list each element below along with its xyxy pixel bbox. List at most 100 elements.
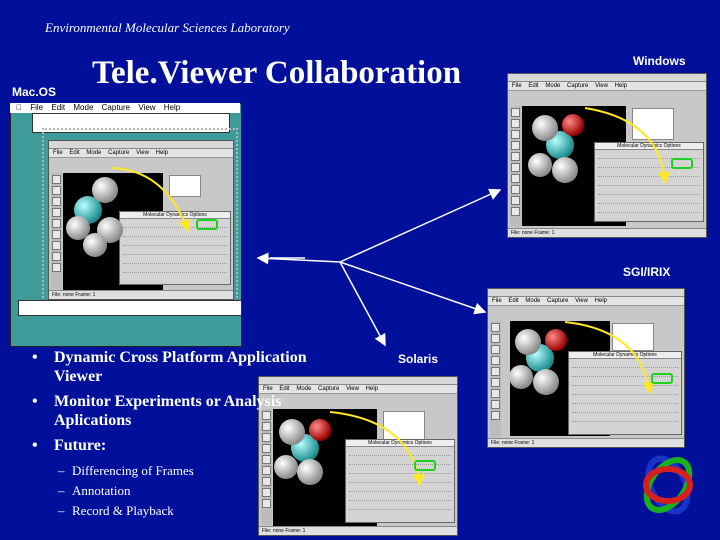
mac-app-titlebar[interactable] bbox=[49, 141, 233, 149]
status-bar: File: none Frame: 1 bbox=[259, 526, 457, 535]
tool-icon[interactable] bbox=[52, 230, 61, 239]
menu-help[interactable]: Help bbox=[366, 386, 378, 392]
menu-edit[interactable]: Edit bbox=[69, 150, 79, 156]
label-solaris: Solaris bbox=[398, 352, 439, 366]
mac-menu-mode[interactable]: Mode bbox=[73, 103, 93, 112]
mac-menubar:  File Edit Mode Capture View Help bbox=[10, 103, 240, 113]
lab-header: Environmental Molecular Sciences Laborat… bbox=[45, 20, 290, 35]
menu-mode[interactable]: Mode bbox=[86, 150, 101, 156]
tool-icon[interactable] bbox=[511, 152, 520, 161]
spectrum-panel bbox=[169, 175, 201, 197]
menu-help[interactable]: Help bbox=[615, 83, 627, 89]
mac-menu-file[interactable]: File bbox=[30, 103, 43, 112]
tool-icon[interactable] bbox=[491, 356, 500, 365]
menu-help[interactable]: Help bbox=[156, 150, 168, 156]
win-app-menubar: File Edit Mode Capture View Help bbox=[508, 82, 706, 91]
menu-mode[interactable]: Mode bbox=[545, 83, 560, 89]
sgi-app-titlebar[interactable] bbox=[488, 289, 684, 297]
menu-view[interactable]: View bbox=[595, 83, 608, 89]
tool-icon[interactable] bbox=[491, 367, 500, 376]
sgi-app-menubar: File Edit Mode Capture View Help bbox=[488, 297, 684, 306]
tool-icon[interactable] bbox=[511, 185, 520, 194]
menu-mode[interactable]: Mode bbox=[525, 298, 540, 304]
bullet-item: Dynamic Cross Platform Application Viewe… bbox=[28, 348, 348, 386]
network-arrows bbox=[256, 188, 502, 347]
menu-edit[interactable]: Edit bbox=[528, 83, 538, 89]
mac-app-menubar: File Edit Mode Capture View Help bbox=[49, 149, 233, 158]
dialog-title: Molecular Dynamics Options bbox=[346, 440, 454, 447]
tool-icon[interactable] bbox=[52, 252, 61, 261]
options-dialog: Molecular Dynamics Options bbox=[345, 439, 455, 523]
dialog-title: Molecular Dynamics Options bbox=[569, 352, 681, 359]
label-sgi-irix: SGI/IRIX bbox=[623, 265, 671, 279]
bullet-item: Future: bbox=[28, 436, 348, 455]
page-title: Tele.Viewer Collaboration bbox=[92, 55, 462, 91]
tool-icon[interactable] bbox=[511, 141, 520, 150]
tool-icon[interactable] bbox=[511, 119, 520, 128]
feature-list: Dynamic Cross Platform Application Viewe… bbox=[28, 348, 348, 521]
menu-help[interactable]: Help bbox=[595, 298, 607, 304]
tool-icon[interactable] bbox=[491, 378, 500, 387]
tool-icon[interactable] bbox=[52, 186, 61, 195]
menu-file[interactable]: File bbox=[512, 83, 522, 89]
menu-file[interactable]: File bbox=[53, 150, 63, 156]
tool-icon[interactable] bbox=[52, 219, 61, 228]
mac-menu-capture[interactable]: Capture bbox=[102, 103, 130, 112]
dialog-title: Molecular Dynamics Options bbox=[595, 143, 703, 150]
emsl-logo-icon bbox=[643, 455, 693, 515]
highlight-box bbox=[651, 373, 673, 384]
menu-capture[interactable]: Capture bbox=[547, 298, 568, 304]
menu-edit[interactable]: Edit bbox=[508, 298, 518, 304]
tool-icon[interactable] bbox=[491, 411, 500, 420]
label-windows: Windows bbox=[633, 54, 686, 68]
status-bar: File: none Frame: 1 bbox=[488, 438, 684, 447]
tool-icon[interactable] bbox=[491, 334, 500, 343]
tool-palette bbox=[510, 106, 521, 227]
tool-icon[interactable] bbox=[52, 175, 61, 184]
status-bar: File: none Frame: 1 bbox=[508, 228, 706, 237]
highlight-box bbox=[196, 219, 218, 230]
sub-bullet-item: Differencing of Frames bbox=[28, 461, 348, 481]
spectrum-panel bbox=[612, 323, 654, 351]
tool-icon[interactable] bbox=[491, 389, 500, 398]
tool-icon[interactable] bbox=[52, 197, 61, 206]
tool-icon[interactable] bbox=[511, 174, 520, 183]
tool-icon[interactable] bbox=[511, 207, 520, 216]
win-app-titlebar[interactable] bbox=[508, 74, 706, 82]
menu-capture[interactable]: Capture bbox=[108, 150, 129, 156]
options-dialog: Molecular Dynamics Options bbox=[568, 351, 682, 435]
sgi-app-window: File Edit Mode Capture View Help Molecul… bbox=[487, 288, 685, 448]
tool-palette bbox=[51, 173, 62, 289]
menu-capture[interactable]: Capture bbox=[567, 83, 588, 89]
menu-view[interactable]: View bbox=[575, 298, 588, 304]
mac-menu-view[interactable]: View bbox=[138, 103, 155, 112]
mac-menu-edit[interactable]: Edit bbox=[51, 103, 65, 112]
tool-icon[interactable] bbox=[491, 400, 500, 409]
menu-view[interactable]: View bbox=[136, 150, 149, 156]
sub-bullet-item: Annotation bbox=[28, 481, 348, 501]
tool-icon[interactable] bbox=[511, 196, 520, 205]
sub-bullet-item: Record & Playback bbox=[28, 501, 348, 521]
tool-palette bbox=[490, 321, 501, 437]
tool-icon[interactable] bbox=[491, 323, 500, 332]
dialog-title: Molecular Dynamics Options bbox=[120, 212, 230, 219]
tool-icon[interactable] bbox=[491, 345, 500, 354]
options-dialog: Molecular Dynamics Options bbox=[594, 142, 704, 222]
tool-icon[interactable] bbox=[52, 263, 61, 272]
apple-icon[interactable]:  bbox=[16, 103, 22, 112]
highlight-box bbox=[671, 158, 693, 169]
menu-file[interactable]: File bbox=[492, 298, 502, 304]
tool-icon[interactable] bbox=[511, 163, 520, 172]
tool-icon[interactable] bbox=[511, 108, 520, 117]
menu-view[interactable]: View bbox=[346, 386, 359, 392]
spectrum-panel bbox=[632, 108, 674, 140]
mac-menu-help[interactable]: Help bbox=[164, 103, 180, 112]
tool-icon[interactable] bbox=[511, 130, 520, 139]
tool-icon[interactable] bbox=[52, 208, 61, 217]
label-macos: Mac.OS bbox=[12, 85, 57, 99]
status-bar: File: none Frame: 1 bbox=[49, 290, 233, 299]
highlight-box bbox=[414, 460, 436, 471]
tool-icon[interactable] bbox=[52, 241, 61, 250]
mac-bottom-panel bbox=[18, 300, 242, 316]
windows-app-window: File Edit Mode Capture View Help Molecul… bbox=[507, 73, 707, 238]
